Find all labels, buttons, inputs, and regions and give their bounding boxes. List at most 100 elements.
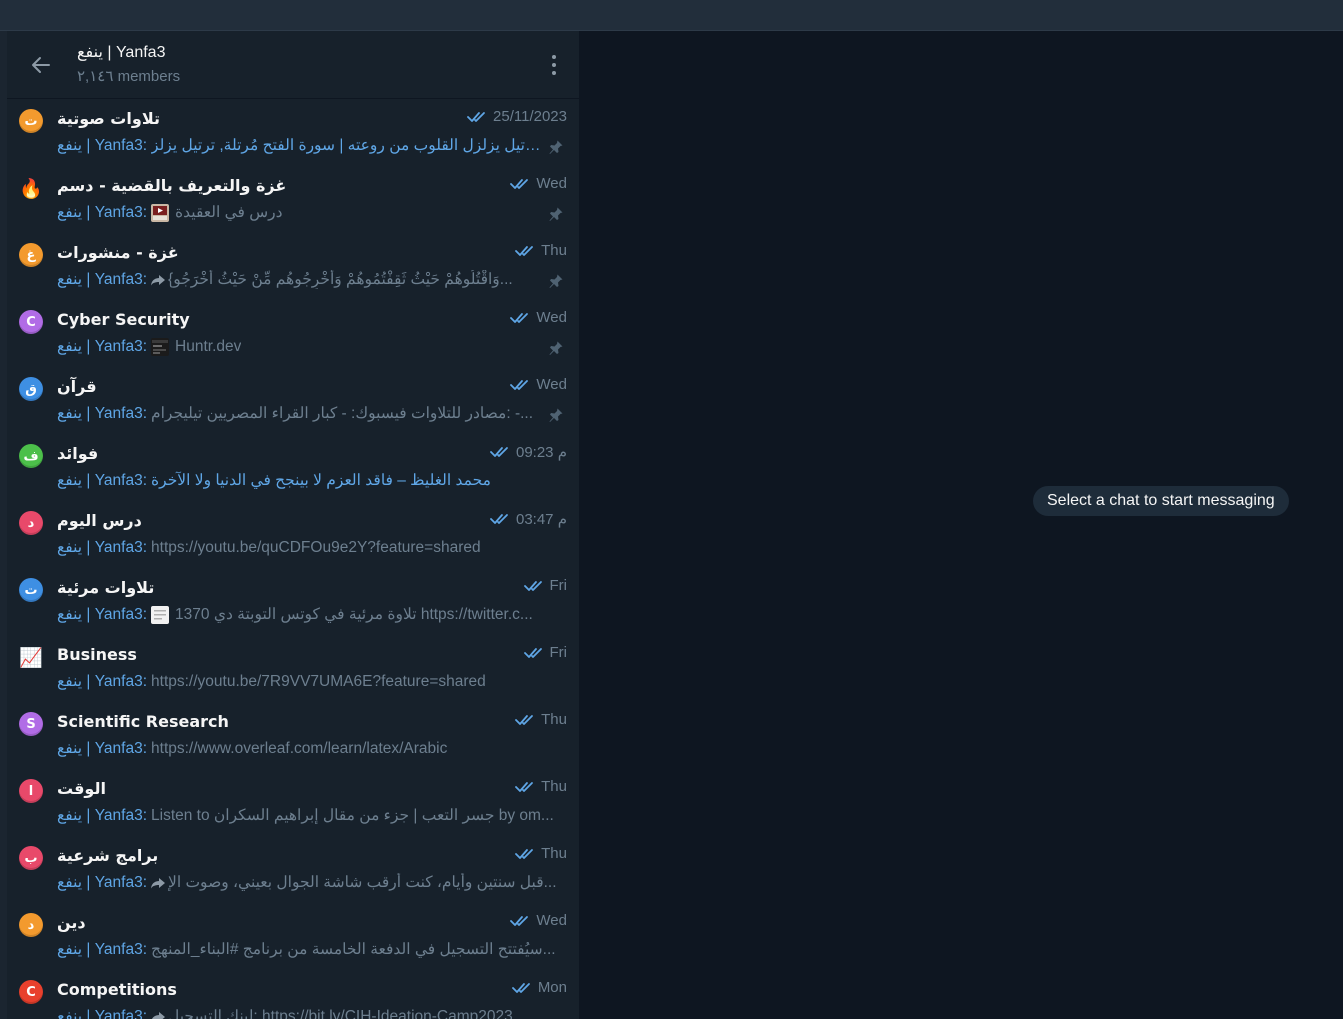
dot-icon xyxy=(552,55,556,59)
topic-row[interactable]: ف فوائد م 09:23 ينفع | Yanfa3: محمد الغليظ –… xyxy=(7,434,579,501)
topic-row[interactable]: ا الوقت Thu ينفع | Yanfa3: Listen to جسر الت… xyxy=(7,769,579,836)
topic-avatar: د xyxy=(19,913,43,937)
message-date: Wed xyxy=(536,376,567,393)
topic-name: الوقت xyxy=(57,779,106,798)
message-preview: مصادر للتلاوات فيسبوك: - كبار القراء الم… xyxy=(151,405,534,422)
topic-row[interactable]: C Cyber Security Wed ينفع | Yanfa3: Huntr.de… xyxy=(7,300,579,367)
chat-area: Select a chat to start messaging xyxy=(580,31,1343,1019)
pin-icon xyxy=(549,408,563,422)
topic-row[interactable]: 🔥 غزة والتعريف بالقضية - دسم Wed ينفع | Yan… xyxy=(7,166,579,233)
document-thumbnail xyxy=(151,605,170,624)
video-thumbnail xyxy=(151,203,170,222)
topic-name: درس اليوم xyxy=(57,511,142,530)
window-title-bar xyxy=(0,0,1343,31)
topic-name: تلاوات مرئية xyxy=(57,578,155,597)
topic-meta: Thu xyxy=(515,711,567,728)
topic-avatar-icon: 📈 xyxy=(19,646,43,669)
topic-row[interactable]: ب برامج شرعية Thu ينفع | Yanfa3: قبل سنتين و… xyxy=(7,836,579,903)
message-preview: {وَاقْتُلُوهُمْ حَيْثُ ثَقِفْتُمُوهُمْ و… xyxy=(168,271,513,288)
topic-name: برامج شرعية xyxy=(57,846,159,865)
topic-preview: ينفع | Yanfa3: قبل سنتين وأيام، كنت أرقب … xyxy=(57,873,567,892)
double-check-icon xyxy=(511,982,530,993)
topic-preview: ينفع | Yanfa3: محمد الغليظ – فاقد العزم ل… xyxy=(57,471,567,490)
message-sender: ينفع | Yanfa3: xyxy=(57,941,148,958)
message-preview: 1370 تلاوة مرئية في كوتس التوبتة دي http… xyxy=(175,606,533,623)
pin-icon xyxy=(549,140,563,154)
topic-list: ت تلاوات صوتية 25/11/2023 ينفع | Yanfa3: ترت… xyxy=(7,99,579,1019)
topic-row[interactable]: د دين Wed ينفع | Yanfa3: سيُفتتح التسجيل في … xyxy=(7,903,579,970)
site-thumbnail xyxy=(151,337,170,356)
message-date: 25/11/2023 xyxy=(493,108,567,125)
double-check-icon xyxy=(523,580,542,591)
topic-avatar: غ xyxy=(19,243,43,267)
message-preview: https://youtu.be/7R9VV7UMA6E?feature=sha… xyxy=(151,672,486,690)
topic-preview: ينفع | Yanfa3: ترتيل يزلزل القلوب من روعت… xyxy=(57,136,543,155)
more-options-button[interactable] xyxy=(547,51,561,79)
group-title[interactable]: ينفع | Yanfa3 xyxy=(77,42,165,62)
topics-sidebar: ينفع | Yanfa3 ٢,١٤٦ members ت تلاوات صوتي… xyxy=(7,31,580,1019)
back-button[interactable] xyxy=(27,51,55,79)
topic-avatar-icon: 🔥 xyxy=(19,177,43,200)
dot-icon xyxy=(552,63,556,67)
message-sender: ينفع | Yanfa3: xyxy=(57,673,148,690)
topic-meta: Fri xyxy=(523,577,567,594)
forward-icon xyxy=(151,274,166,285)
double-check-icon xyxy=(515,848,534,859)
double-check-icon xyxy=(510,379,529,390)
topic-name: غزة والتعريف بالقضية - دسم xyxy=(57,176,287,195)
topic-avatar: S xyxy=(19,712,43,736)
topic-preview: ينفع | Yanfa3: 1370 تلاوة مرئية في كوتس ا… xyxy=(57,605,567,624)
topic-row[interactable]: د درس اليوم م 03:47 ينفع | Yanfa3: https://y… xyxy=(7,501,579,568)
topic-preview: ينفع | Yanfa3: درس في العقيدة xyxy=(57,203,543,222)
double-check-icon xyxy=(515,714,534,725)
topic-name: دين xyxy=(57,913,86,932)
topic-row[interactable]: C Competitions Mon ينفع | Yanfa3: لينك التسج… xyxy=(7,970,579,1019)
topic-name: Scientific Research xyxy=(57,712,229,731)
message-date: م 03:47 xyxy=(515,511,567,528)
topic-name: تلاوات صوتية xyxy=(57,109,160,128)
message-preview: لينك التسجيل: https://bit.ly/CIH-Ideatio… xyxy=(168,1008,513,1019)
message-sender: ينفع | Yanfa3: xyxy=(57,606,148,623)
double-check-icon xyxy=(490,447,508,457)
message-preview: سيُفتتح التسجيل في الدفعة الخامسة من برن… xyxy=(151,941,556,958)
topic-meta: م 09:23 xyxy=(490,443,567,461)
double-check-icon xyxy=(490,514,508,524)
message-sender: ينفع | Yanfa3: xyxy=(57,137,148,154)
topic-preview: ينفع | Yanfa3: https://youtu.be/quCDFOu9e… xyxy=(57,538,567,557)
message-date: Fri xyxy=(549,644,568,661)
topic-row[interactable]: S Scientific Research Thu ينفع | Yanfa3: htt… xyxy=(7,702,579,769)
topic-preview: ينفع | Yanfa3: https://www.overleaf.com/l… xyxy=(57,739,567,758)
topic-row[interactable]: 📈 Business Fri ينفع | Yanfa3: https://youtu.… xyxy=(7,635,579,702)
topic-preview: ينفع | Yanfa3: https://youtu.be/7R9VV7UMA… xyxy=(57,672,567,691)
message-date: Thu xyxy=(541,845,567,862)
forward-icon xyxy=(151,1011,166,1019)
double-check-icon xyxy=(523,647,542,658)
double-check-icon xyxy=(510,178,529,189)
topic-row[interactable]: غ غزة - منشورات Thu ينفع | Yanfa3: {وَاقْتُل… xyxy=(7,233,579,300)
topic-preview: ينفع | Yanfa3: Listen to جسر التعب | جزء … xyxy=(57,806,567,825)
topic-row[interactable]: ت تلاوات مرئية Fri ينفع | Yanfa3: 1370 تلاوة… xyxy=(7,568,579,635)
topic-row[interactable]: ق قرآن Wed ينفع | Yanfa3: مصادر للتلاوات فيس… xyxy=(7,367,579,434)
topic-avatar: ت xyxy=(19,109,43,133)
message-preview: https://youtu.be/quCDFOu9e2Y?feature=sha… xyxy=(151,538,481,556)
topic-name: فوائد xyxy=(57,444,99,463)
message-date: Wed xyxy=(536,175,567,192)
forward-icon xyxy=(151,877,166,888)
message-sender: ينفع | Yanfa3: xyxy=(57,338,148,355)
topic-meta: Thu xyxy=(515,778,567,795)
message-date: Thu xyxy=(541,778,567,795)
message-sender: ينفع | Yanfa3: xyxy=(57,874,148,891)
topic-avatar: ا xyxy=(19,779,43,803)
topic-meta: م 03:47 xyxy=(490,510,567,528)
message-sender: ينفع | Yanfa3: xyxy=(57,807,148,824)
topic-preview: ينفع | Yanfa3: {وَاقْتُلُوهُمْ حَيْثُ ثَق… xyxy=(57,270,543,289)
topic-preview: ينفع | Yanfa3: Huntr.dev xyxy=(57,337,543,356)
topic-avatar: د xyxy=(19,511,43,535)
topic-name: Cyber Security xyxy=(57,310,190,329)
topic-avatar: ت xyxy=(19,578,43,602)
topic-row[interactable]: ت تلاوات صوتية 25/11/2023 ينفع | Yanfa3: ترت… xyxy=(7,99,579,166)
message-sender: ينفع | Yanfa3: xyxy=(57,740,148,757)
topic-meta: Fri xyxy=(523,644,568,661)
topic-meta: Thu xyxy=(515,242,567,259)
topic-meta: Wed xyxy=(510,912,567,929)
